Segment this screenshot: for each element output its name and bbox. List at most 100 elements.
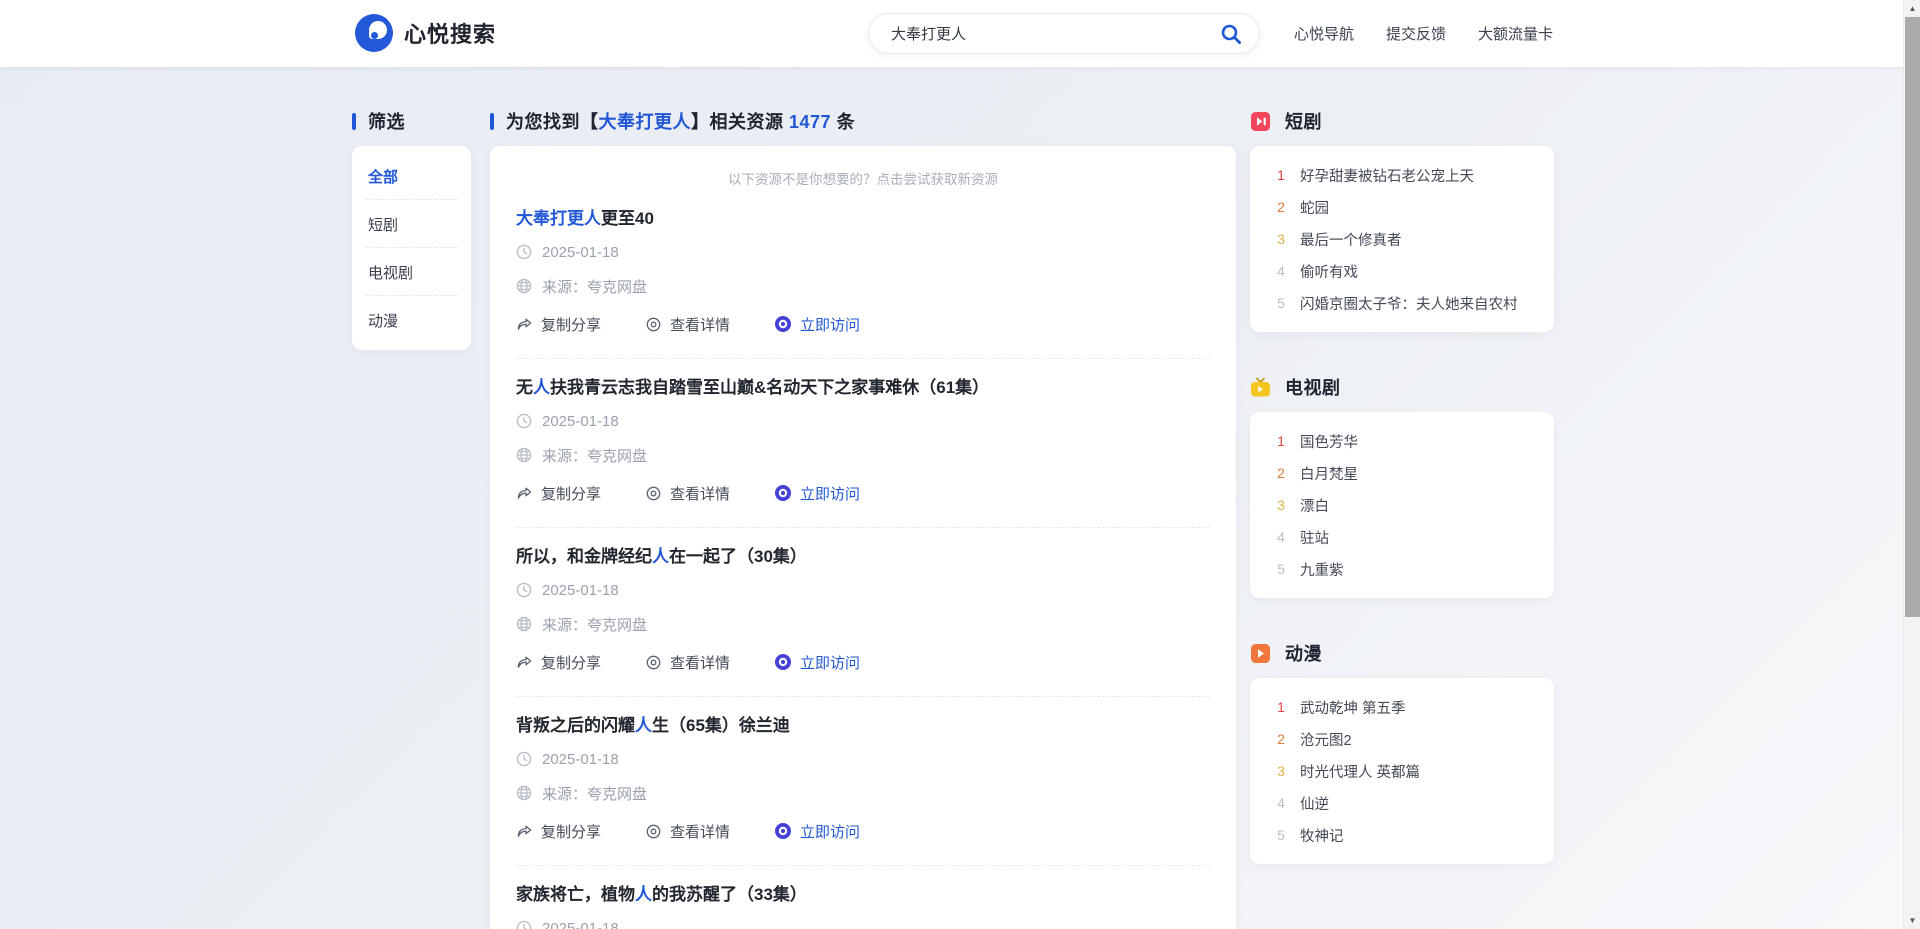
ranking-item[interactable]: 2 沧元图2 xyxy=(1250,723,1554,755)
results-heading: 为您找到【大奉打更人】相关资源 1477 条 xyxy=(490,109,1236,133)
ranking-item[interactable]: 1 武动乾坤 第五季 xyxy=(1250,691,1554,723)
ranking-item[interactable]: 3 最后一个修真者 xyxy=(1250,223,1554,255)
ranking-item[interactable]: 4 偷听有戏 xyxy=(1250,255,1554,287)
copy-share-label: 复制分享 xyxy=(541,483,601,504)
ranking-number: 1 xyxy=(1274,433,1288,449)
search-input[interactable] xyxy=(891,25,1217,42)
anime-play-icon xyxy=(1250,643,1271,664)
view-detail-button[interactable]: 查看详情 xyxy=(645,314,730,335)
ranking-heading: 电视剧 xyxy=(1250,375,1554,399)
visit-now-button[interactable]: 立即访问 xyxy=(774,483,860,504)
filter-item-label: 短剧 xyxy=(368,214,398,235)
result-title-text: 的我苏醒了（33集） xyxy=(652,885,807,904)
ranking-item[interactable]: 4 仙逆 xyxy=(1250,787,1554,819)
search-button[interactable] xyxy=(1217,20,1245,48)
result-date: 2025-01-18 xyxy=(542,751,619,768)
brand-logo-text: 心悦搜索 xyxy=(404,17,496,49)
result-source: 来源：夸克网盘 xyxy=(542,783,647,804)
ranking-section-tv: 电视剧 1 国色芳华 2 白月梵星 3 漂白 4 驻站 5 九重紫 xyxy=(1250,375,1554,598)
refresh-hint-link[interactable]: 以下资源不是你想要的？点击尝试获取新资源 xyxy=(516,164,1210,190)
ranking-number: 5 xyxy=(1274,827,1288,843)
clock-icon xyxy=(516,920,532,929)
scrollbar[interactable]: ▲ ▼ xyxy=(1903,0,1920,929)
ranking-label: 蛇园 xyxy=(1300,197,1329,218)
ranking-item[interactable]: 3 漂白 xyxy=(1250,489,1554,521)
ranking-heading-text: 动漫 xyxy=(1285,640,1322,666)
filter-item[interactable]: 全部 xyxy=(352,152,471,200)
globe-icon xyxy=(516,447,532,463)
rankings-column: 短剧 1 好孕甜妻被钻石老公宠上天 2 蛇园 3 最后一个修真者 4 偷听有戏 … xyxy=(1250,109,1554,864)
ranking-number: 4 xyxy=(1274,529,1288,545)
filter-heading-text: 筛选 xyxy=(368,108,405,134)
ranking-heading-text: 电视剧 xyxy=(1285,374,1341,400)
result-title-link[interactable]: 家族将亡，植物人的我苏醒了（33集） xyxy=(516,879,1210,911)
result-item: 大奉打更人更至40 2025-01-18 来源：夸克网盘 复制分享 查看详情 立… xyxy=(516,190,1210,359)
scroll-up-button[interactable]: ▲ xyxy=(1904,0,1920,17)
nav-item[interactable]: 心悦导航 xyxy=(1294,23,1354,44)
visit-icon xyxy=(774,653,792,671)
view-detail-button[interactable]: 查看详情 xyxy=(645,652,730,673)
share-icon xyxy=(516,485,533,502)
filter-item[interactable]: 电视剧 xyxy=(352,248,471,296)
ranking-card: 1 武动乾坤 第五季 2 沧元图2 3 时光代理人 英都篇 4 仙逆 5 牧神记 xyxy=(1250,678,1554,864)
result-title-link[interactable]: 所以，和金牌经纪人在一起了（30集） xyxy=(516,541,1210,573)
ranking-label: 白月梵星 xyxy=(1300,463,1358,484)
ranking-item[interactable]: 1 国色芳华 xyxy=(1250,425,1554,457)
nav-link[interactable]: 心悦导航 xyxy=(1294,26,1354,43)
ranking-item[interactable]: 2 蛇园 xyxy=(1250,191,1554,223)
result-item: 所以，和金牌经纪人在一起了（30集） 2025-01-18 来源：夸克网盘 复制… xyxy=(516,528,1210,697)
result-source-row: 来源：夸克网盘 xyxy=(516,438,1210,472)
ranking-item[interactable]: 5 闪婚京圈太子爷：夫人她来自农村 xyxy=(1250,287,1554,319)
visit-now-button[interactable]: 立即访问 xyxy=(774,821,860,842)
result-date: 2025-01-18 xyxy=(542,920,619,929)
scroll-down-button[interactable]: ▼ xyxy=(1904,912,1920,929)
ranking-card: 1 好孕甜妻被钻石老公宠上天 2 蛇园 3 最后一个修真者 4 偷听有戏 5 闪… xyxy=(1250,146,1554,332)
filter-item[interactable]: 短剧 xyxy=(352,200,471,248)
view-detail-label: 查看详情 xyxy=(670,821,730,842)
ranking-item[interactable]: 5 九重紫 xyxy=(1250,553,1554,585)
ranking-item[interactable]: 5 牧神记 xyxy=(1250,819,1554,851)
ranking-number: 3 xyxy=(1274,231,1288,247)
nav-link[interactable]: 大额流量卡 xyxy=(1478,26,1553,43)
nav-item[interactable]: 大额流量卡 xyxy=(1478,23,1553,44)
copy-share-button[interactable]: 复制分享 xyxy=(516,483,601,504)
ranking-list: 1 国色芳华 2 白月梵星 3 漂白 4 驻站 5 九重紫 xyxy=(1250,412,1554,598)
nav-item[interactable]: 提交反馈 xyxy=(1386,23,1446,44)
filter-item[interactable]: 动漫 xyxy=(352,296,471,344)
ranking-item[interactable]: 3 时光代理人 英都篇 xyxy=(1250,755,1554,787)
ranking-number: 3 xyxy=(1274,763,1288,779)
result-source-row: 来源：夸克网盘 xyxy=(516,776,1210,810)
copy-share-button[interactable]: 复制分享 xyxy=(516,652,601,673)
ranking-item[interactable]: 4 驻站 xyxy=(1250,521,1554,553)
copy-share-button[interactable]: 复制分享 xyxy=(516,821,601,842)
result-item: 无人扶我青云志我自踏雪至山巅&名动天下之家事难休（61集） 2025-01-18… xyxy=(516,359,1210,528)
result-title-text: 家族将亡，植物 xyxy=(516,885,635,904)
globe-icon xyxy=(516,616,532,632)
result-title-link[interactable]: 背叛之后的闪耀人生（65集）徐兰迪 xyxy=(516,710,1210,742)
nav-link[interactable]: 提交反馈 xyxy=(1386,26,1446,43)
visit-now-button[interactable]: 立即访问 xyxy=(774,652,860,673)
ranking-section-anime: 动漫 1 武动乾坤 第五季 2 沧元图2 3 时光代理人 英都篇 4 仙逆 5 … xyxy=(1250,641,1554,864)
results-list: 大奉打更人更至40 2025-01-18 来源：夸克网盘 复制分享 查看详情 立… xyxy=(516,190,1210,929)
result-title-link[interactable]: 大奉打更人更至40 xyxy=(516,203,1210,235)
view-detail-label: 查看详情 xyxy=(670,314,730,335)
results-keyword: 大奉打更人 xyxy=(599,112,692,132)
results-card: 以下资源不是你想要的？点击尝试获取新资源 大奉打更人更至40 2025-01-1… xyxy=(490,146,1236,929)
view-detail-button[interactable]: 查看详情 xyxy=(645,821,730,842)
visit-now-button[interactable]: 立即访问 xyxy=(774,314,860,335)
ranking-item[interactable]: 1 好孕甜妻被钻石老公宠上天 xyxy=(1250,159,1554,191)
brand-logo[interactable]: 心悦搜索 xyxy=(355,14,496,52)
scrollbar-thumb[interactable] xyxy=(1905,17,1920,617)
ranking-item[interactable]: 2 白月梵星 xyxy=(1250,457,1554,489)
ranking-label: 牧神记 xyxy=(1300,825,1344,846)
filter-heading: 筛选 xyxy=(352,109,471,133)
result-title-link[interactable]: 无人扶我青云志我自踏雪至山巅&名动天下之家事难休（61集） xyxy=(516,372,1210,404)
results-heading-text: 为您找到【大奉打更人】相关资源 1477 条 xyxy=(506,108,855,134)
result-item: 家族将亡，植物人的我苏醒了（33集） 2025-01-18 来源：夸克网盘 复制… xyxy=(516,866,1210,929)
ranking-heading: 短剧 xyxy=(1250,109,1554,133)
globe-icon xyxy=(516,785,532,801)
view-detail-button[interactable]: 查看详情 xyxy=(645,483,730,504)
ranking-list: 1 武动乾坤 第五季 2 沧元图2 3 时光代理人 英都篇 4 仙逆 5 牧神记 xyxy=(1250,678,1554,864)
copy-share-button[interactable]: 复制分享 xyxy=(516,314,601,335)
result-title-text: 在一起了（30集） xyxy=(669,547,807,566)
